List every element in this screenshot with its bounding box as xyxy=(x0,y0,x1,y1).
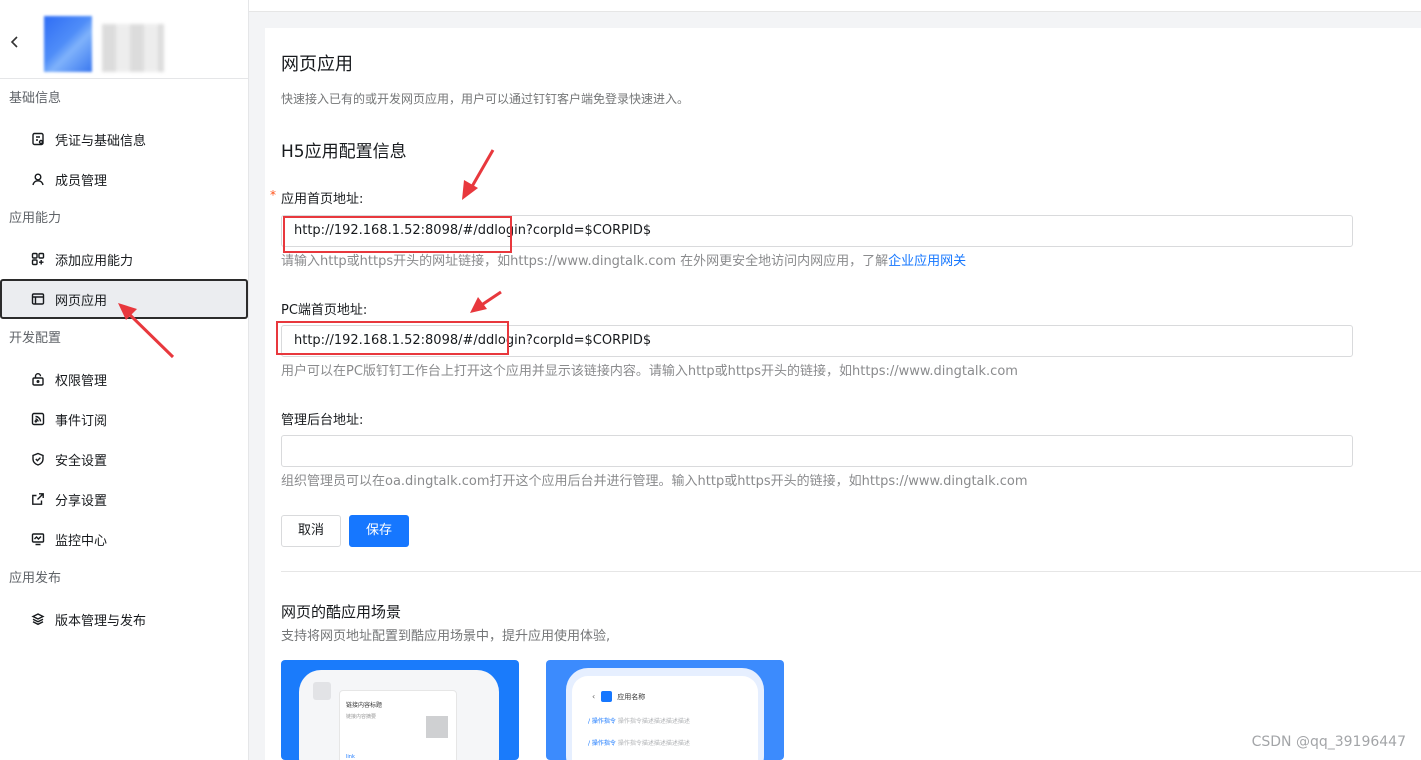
sidebar-item-label: 分享设置 xyxy=(55,493,108,509)
home-url-hint-text: 请输入http或https开头的网址链接，如https://www.dingta… xyxy=(281,254,889,269)
sidebar-item-label: 添加应用能力 xyxy=(55,253,134,269)
monitor-icon xyxy=(30,531,46,547)
command-label: / 操作指令 xyxy=(588,718,616,725)
lock-icon xyxy=(30,371,46,387)
link-title: 链接内容标题 xyxy=(346,702,383,709)
phone-mockup: 链接内容标题 链接内容摘要 link xyxy=(299,670,499,760)
sidebar-item-label: 凭证与基础信息 xyxy=(55,133,147,149)
sidebar-header xyxy=(0,0,248,79)
sidebar-item-events[interactable]: 事件订阅 xyxy=(0,399,248,439)
sidebar-item-label: 版本管理与发布 xyxy=(55,613,147,629)
scene-title: 网页的酷应用场景 xyxy=(281,603,402,621)
browser-icon xyxy=(30,291,46,307)
command-desc: 操作指令描述描述描述描述 xyxy=(617,740,690,747)
admin-url-hint: 组织管理员可以在oa.dingtalk.com打开这个应用后台并进行管理。输入h… xyxy=(281,474,1028,489)
sidebar-item-label: 安全设置 xyxy=(55,453,108,469)
sidebar-item-label: 成员管理 xyxy=(55,173,108,189)
annotation-box-home xyxy=(283,216,512,253)
add-grid-icon xyxy=(30,251,46,267)
sidebar-item-label: 权限管理 xyxy=(55,373,108,389)
share-icon xyxy=(30,491,46,507)
credential-icon xyxy=(30,131,46,147)
link-subtitle: 链接内容摘要 xyxy=(346,714,377,720)
sidebar-item-versions[interactable]: 版本管理与发布 xyxy=(0,599,248,639)
annotation-box-pc xyxy=(276,321,509,355)
sidebar-item-web-app[interactable]: 网页应用 xyxy=(0,279,248,319)
sidebar-item-credentials[interactable]: 凭证与基础信息 xyxy=(0,119,248,159)
shield-icon xyxy=(30,451,46,467)
sidebar-item-label: 网页应用 xyxy=(55,293,108,309)
link-preview: 链接内容标题 链接内容摘要 link xyxy=(339,690,457,760)
phone-screen: ‹ 应用名称 / 操作指令 操作指令描述描述描述描述 / 操作指令 操作指令描述… xyxy=(572,676,758,760)
admin-url-label: 管理后台地址: xyxy=(281,413,364,428)
command-desc: 操作指令描述描述描述描述 xyxy=(617,718,690,725)
enterprise-gateway-link[interactable]: 企业应用网关 xyxy=(888,254,966,269)
sidebar-item-share[interactable]: 分享设置 xyxy=(0,479,248,519)
link-label: link xyxy=(346,754,355,760)
rss-icon xyxy=(30,411,46,427)
scene-description: 支持将网页地址配置到酷应用场景中，提升应用使用体验, xyxy=(281,629,611,644)
app-name: 应用名称 xyxy=(617,692,646,701)
sidebar-item-security[interactable]: 安全设置 xyxy=(0,439,248,479)
group-title-capability: 应用能力 xyxy=(9,211,62,226)
required-mark: * xyxy=(270,188,276,202)
avatar xyxy=(313,682,331,700)
command-row: / 操作指令 操作指令描述描述描述描述 xyxy=(588,716,690,725)
back-chevron-icon: ‹ xyxy=(592,692,596,701)
admin-url-input[interactable] xyxy=(281,435,1353,467)
sidebar-item-monitor[interactable]: 监控中心 xyxy=(0,519,248,559)
sidebar-item-members[interactable]: 成员管理 xyxy=(0,159,248,199)
pc-url-label: PC端首页地址: xyxy=(281,303,368,318)
divider xyxy=(281,571,1421,572)
back-chevron-icon[interactable] xyxy=(8,34,24,54)
pc-url-hint: 用户可以在PC版钉钉工作台上打开这个应用并显示该链接内容。请输入http或htt… xyxy=(281,364,1018,379)
app-logo-blurred xyxy=(44,16,164,74)
app-icon xyxy=(601,691,613,702)
group-title-dev: 开发配置 xyxy=(9,331,62,346)
layers-icon xyxy=(30,611,46,627)
page-title: 网页应用 xyxy=(281,54,353,75)
sidebar-item-add-capability[interactable]: 添加应用能力 xyxy=(0,239,248,279)
sidebar-item-label: 事件订阅 xyxy=(55,413,108,429)
page-description: 快速接入已有的或开发网页应用，用户可以通过钉钉客户端免登录快速进入。 xyxy=(281,92,690,106)
phone-mockup: ‹ 应用名称 / 操作指令 操作指令描述描述描述描述 / 操作指令 操作指令描述… xyxy=(566,668,764,760)
cancel-button[interactable]: 取消 xyxy=(281,515,341,547)
sidebar-item-permissions[interactable]: 权限管理 xyxy=(0,359,248,399)
command-row: / 操作指令 操作指令描述描述描述描述 xyxy=(588,738,690,747)
home-url-label: 应用首页地址: xyxy=(281,192,364,207)
command-label: / 操作指令 xyxy=(588,740,616,747)
user-icon xyxy=(30,171,46,187)
group-title-basic: 基础信息 xyxy=(9,91,62,106)
group-title-publish: 应用发布 xyxy=(9,571,62,586)
watermark: CSDN @qq_39196447 xyxy=(1251,734,1406,750)
top-bar xyxy=(249,0,1421,12)
main-content: 网页应用 快速接入已有的或开发网页应用，用户可以通过钉钉客户端免登录快速进入。 … xyxy=(265,28,1421,760)
link-thumbnail xyxy=(426,716,448,738)
app-header: ‹ 应用名称 xyxy=(592,691,645,702)
sidebar: 基础信息 凭证与基础信息 成员管理 应用能力 添加应用能力 网页应用 开发配置 … xyxy=(0,0,249,760)
scene-card-commands[interactable]: ‹ 应用名称 / 操作指令 操作指令描述描述描述描述 / 操作指令 操作指令描述… xyxy=(546,660,784,760)
section-title: H5应用配置信息 xyxy=(281,142,407,162)
sidebar-item-label: 监控中心 xyxy=(55,533,108,549)
save-button[interactable]: 保存 xyxy=(349,515,409,547)
scene-card-link[interactable]: 链接内容标题 链接内容摘要 link xyxy=(281,660,519,760)
